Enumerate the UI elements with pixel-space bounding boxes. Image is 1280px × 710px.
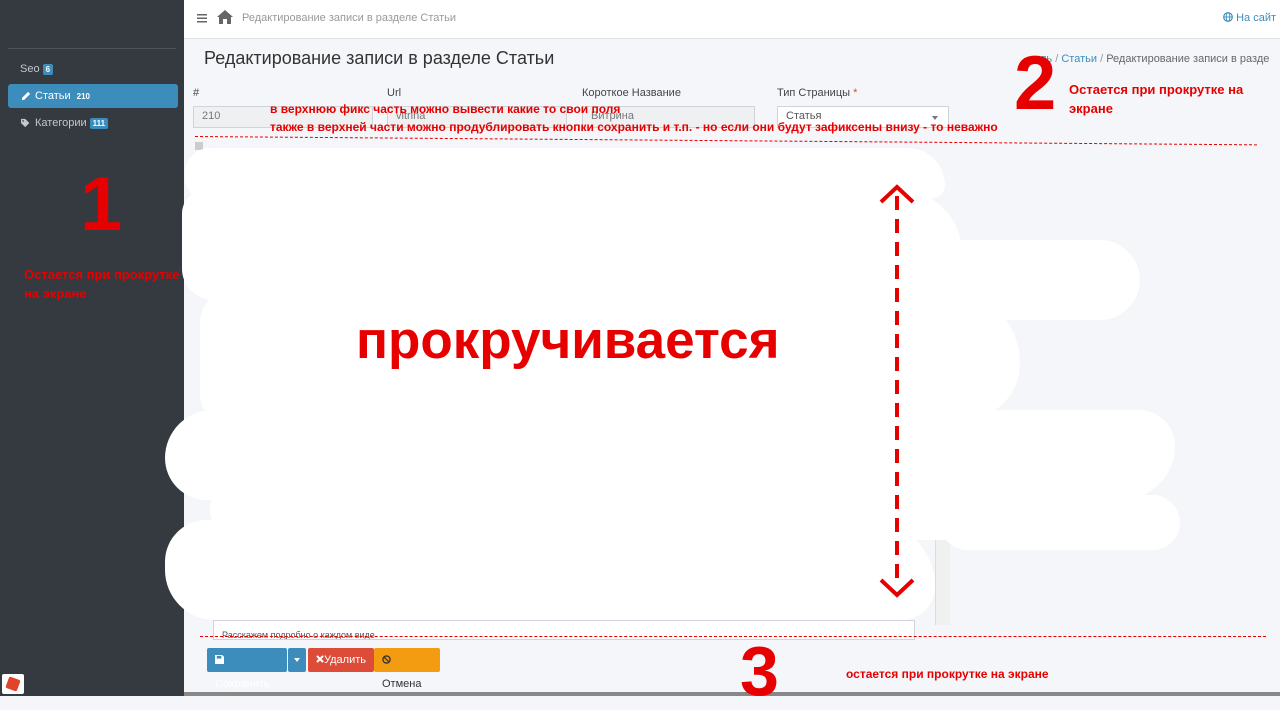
field-label-short-name: Короткое Название bbox=[582, 87, 681, 99]
sidebar-divider bbox=[8, 48, 176, 49]
count-badge: 6 bbox=[42, 63, 54, 75]
globe-icon bbox=[1223, 12, 1233, 22]
annotation-top-line-1: в верхнюю фикс часть можно вывести какие… bbox=[270, 102, 621, 116]
field-label-url: Url bbox=[387, 87, 402, 99]
annotation-top-line-2: также в верхней части можно продублирова… bbox=[270, 120, 998, 134]
cancel-button-label: Отмена bbox=[382, 678, 422, 690]
annotation-note-header: Остается при прокрутке на экране bbox=[1069, 82, 1244, 116]
ban-icon bbox=[382, 655, 391, 664]
close-icon bbox=[316, 655, 324, 663]
sidebar-item-label: Категории bbox=[35, 117, 87, 129]
description-textarea[interactable]: Расскажем подробно о каждом виде bbox=[213, 620, 915, 640]
tags-icon bbox=[21, 118, 30, 128]
site-link[interactable]: На сайт bbox=[1223, 12, 1276, 24]
annotation-number-2: 2 bbox=[1014, 41, 1057, 126]
required-marker: * bbox=[853, 87, 858, 99]
delete-button-label: Удалить bbox=[324, 654, 366, 666]
annotation-note-footer: остается при прокрутке на экране bbox=[846, 667, 1049, 681]
annotation-scroll-label: прокручивается bbox=[356, 311, 780, 370]
sidebar-item-label: Seo bbox=[20, 63, 40, 75]
annotation-dashed-line-bottom bbox=[200, 636, 1266, 637]
annotation-number-1: 1 bbox=[80, 162, 123, 247]
count-badge: 210 bbox=[73, 90, 94, 102]
app-logo bbox=[2, 674, 24, 694]
page-title: Редактирование записи в разделе Статьи bbox=[204, 48, 555, 68]
breadcrumb: ль / Статьи / Редактирование записи в ра… bbox=[1040, 53, 1270, 65]
field-label-id: # bbox=[193, 87, 200, 99]
save-button[interactable]: Сохранить bbox=[207, 648, 287, 690]
annotation-note-sidebar: Остается при прокрутке на экране bbox=[24, 267, 180, 301]
floppy-disk-icon bbox=[215, 655, 224, 664]
sidebar-item-label: Статьи bbox=[35, 90, 71, 102]
save-button-label: Сохранить bbox=[215, 678, 270, 690]
double-arrow-icon bbox=[879, 184, 915, 598]
count-badge: 111 bbox=[89, 117, 109, 129]
sidebar-item-categories[interactable]: Категории 111 bbox=[8, 111, 178, 135]
annotation-dashed-line-top bbox=[194, 136, 1257, 146]
breadcrumb-current: Редактирование записи в разде bbox=[1106, 53, 1270, 65]
home-icon[interactable] bbox=[217, 10, 233, 24]
textarea-content: Расскажем подробно о каждом виде bbox=[222, 630, 375, 640]
top-navbar: Редактирование записи в разделе Статьи Н… bbox=[184, 0, 1280, 39]
delete-button[interactable]: Удалить bbox=[308, 648, 374, 672]
save-options-dropdown-button[interactable] bbox=[288, 648, 306, 672]
sidebar: Seo 6 Статьи 210 Категории 111 bbox=[0, 0, 184, 696]
cancel-button[interactable]: Отмена bbox=[374, 648, 440, 690]
pencil-icon bbox=[21, 91, 31, 101]
sidebar-item-seo[interactable]: Seo 6 bbox=[8, 57, 178, 81]
hamburger-menu-icon[interactable] bbox=[197, 13, 207, 23]
breadcrumb-articles[interactable]: Статьи bbox=[1061, 53, 1097, 65]
sidebar-item-articles[interactable]: Статьи 210 bbox=[8, 84, 178, 108]
site-link-label: На сайт bbox=[1236, 12, 1276, 24]
bottom-edge bbox=[184, 692, 1280, 696]
topbar-breadcrumb: Редактирование записи в разделе Статьи bbox=[242, 12, 457, 24]
field-label-text: Тип Страницы bbox=[777, 87, 851, 99]
caret-down-icon bbox=[294, 658, 300, 662]
field-label-page-type: Тип Страницы * bbox=[777, 87, 857, 99]
